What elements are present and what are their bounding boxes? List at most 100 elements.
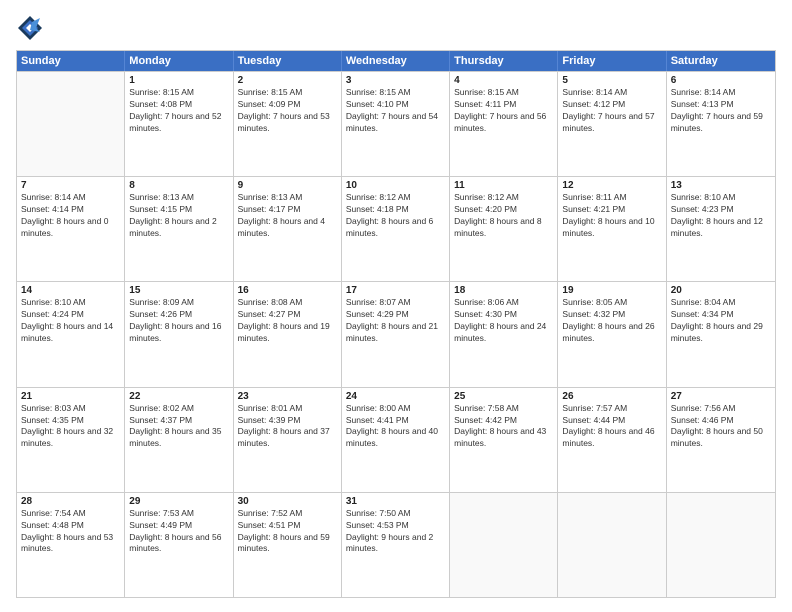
day-number: 8 <box>129 180 228 191</box>
day-info: Sunrise: 8:07 AM Sunset: 4:29 PM Dayligh… <box>346 297 445 345</box>
day-info: Sunrise: 8:14 AM Sunset: 4:12 PM Dayligh… <box>562 87 661 135</box>
calendar-day-26: 26Sunrise: 7:57 AM Sunset: 4:44 PM Dayli… <box>558 388 666 492</box>
calendar-week-4: 28Sunrise: 7:54 AM Sunset: 4:48 PM Dayli… <box>17 492 775 597</box>
calendar-week-3: 21Sunrise: 8:03 AM Sunset: 4:35 PM Dayli… <box>17 387 775 492</box>
day-info: Sunrise: 7:54 AM Sunset: 4:48 PM Dayligh… <box>21 508 120 556</box>
calendar-day-4: 4Sunrise: 8:15 AM Sunset: 4:11 PM Daylig… <box>450 72 558 176</box>
day-number: 31 <box>346 496 445 507</box>
day-number: 22 <box>129 391 228 402</box>
day-info: Sunrise: 8:13 AM Sunset: 4:15 PM Dayligh… <box>129 192 228 240</box>
day-info: Sunrise: 8:03 AM Sunset: 4:35 PM Dayligh… <box>21 403 120 451</box>
day-info: Sunrise: 8:14 AM Sunset: 4:14 PM Dayligh… <box>21 192 120 240</box>
calendar-day-16: 16Sunrise: 8:08 AM Sunset: 4:27 PM Dayli… <box>234 282 342 386</box>
calendar-day-15: 15Sunrise: 8:09 AM Sunset: 4:26 PM Dayli… <box>125 282 233 386</box>
calendar-day-29: 29Sunrise: 7:53 AM Sunset: 4:49 PM Dayli… <box>125 493 233 597</box>
day-number: 16 <box>238 285 337 296</box>
calendar-day-11: 11Sunrise: 8:12 AM Sunset: 4:20 PM Dayli… <box>450 177 558 281</box>
day-number: 2 <box>238 75 337 86</box>
calendar-day-21: 21Sunrise: 8:03 AM Sunset: 4:35 PM Dayli… <box>17 388 125 492</box>
calendar-day-14: 14Sunrise: 8:10 AM Sunset: 4:24 PM Dayli… <box>17 282 125 386</box>
logo-icon <box>16 14 44 42</box>
day-number: 20 <box>671 285 771 296</box>
day-info: Sunrise: 8:11 AM Sunset: 4:21 PM Dayligh… <box>562 192 661 240</box>
day-info: Sunrise: 8:12 AM Sunset: 4:20 PM Dayligh… <box>454 192 553 240</box>
day-header-friday: Friday <box>558 51 666 71</box>
calendar-day-2: 2Sunrise: 8:15 AM Sunset: 4:09 PM Daylig… <box>234 72 342 176</box>
day-info: Sunrise: 8:14 AM Sunset: 4:13 PM Dayligh… <box>671 87 771 135</box>
calendar: SundayMondayTuesdayWednesdayThursdayFrid… <box>16 50 776 598</box>
calendar-day-8: 8Sunrise: 8:13 AM Sunset: 4:15 PM Daylig… <box>125 177 233 281</box>
day-number: 12 <box>562 180 661 191</box>
day-number: 3 <box>346 75 445 86</box>
day-number: 7 <box>21 180 120 191</box>
day-number: 28 <box>21 496 120 507</box>
calendar-day-23: 23Sunrise: 8:01 AM Sunset: 4:39 PM Dayli… <box>234 388 342 492</box>
day-info: Sunrise: 8:00 AM Sunset: 4:41 PM Dayligh… <box>346 403 445 451</box>
day-header-tuesday: Tuesday <box>234 51 342 71</box>
calendar-body: 1Sunrise: 8:15 AM Sunset: 4:08 PM Daylig… <box>17 71 775 597</box>
calendar-day-12: 12Sunrise: 8:11 AM Sunset: 4:21 PM Dayli… <box>558 177 666 281</box>
calendar-day-5: 5Sunrise: 8:14 AM Sunset: 4:12 PM Daylig… <box>558 72 666 176</box>
day-number: 26 <box>562 391 661 402</box>
calendar-day-28: 28Sunrise: 7:54 AM Sunset: 4:48 PM Dayli… <box>17 493 125 597</box>
day-info: Sunrise: 8:15 AM Sunset: 4:09 PM Dayligh… <box>238 87 337 135</box>
calendar-day-18: 18Sunrise: 8:06 AM Sunset: 4:30 PM Dayli… <box>450 282 558 386</box>
day-number: 24 <box>346 391 445 402</box>
day-number: 9 <box>238 180 337 191</box>
calendar-day-10: 10Sunrise: 8:12 AM Sunset: 4:18 PM Dayli… <box>342 177 450 281</box>
calendar-day-27: 27Sunrise: 7:56 AM Sunset: 4:46 PM Dayli… <box>667 388 775 492</box>
calendar-day-13: 13Sunrise: 8:10 AM Sunset: 4:23 PM Dayli… <box>667 177 775 281</box>
day-info: Sunrise: 8:15 AM Sunset: 4:10 PM Dayligh… <box>346 87 445 135</box>
day-info: Sunrise: 8:05 AM Sunset: 4:32 PM Dayligh… <box>562 297 661 345</box>
day-number: 10 <box>346 180 445 191</box>
header <box>16 14 776 42</box>
calendar-week-2: 14Sunrise: 8:10 AM Sunset: 4:24 PM Dayli… <box>17 281 775 386</box>
calendar-empty-cell <box>558 493 666 597</box>
day-info: Sunrise: 8:09 AM Sunset: 4:26 PM Dayligh… <box>129 297 228 345</box>
calendar-day-22: 22Sunrise: 8:02 AM Sunset: 4:37 PM Dayli… <box>125 388 233 492</box>
page: SundayMondayTuesdayWednesdayThursdayFrid… <box>0 0 792 612</box>
calendar-day-7: 7Sunrise: 8:14 AM Sunset: 4:14 PM Daylig… <box>17 177 125 281</box>
calendar-day-24: 24Sunrise: 8:00 AM Sunset: 4:41 PM Dayli… <box>342 388 450 492</box>
calendar-week-1: 7Sunrise: 8:14 AM Sunset: 4:14 PM Daylig… <box>17 176 775 281</box>
day-info: Sunrise: 7:53 AM Sunset: 4:49 PM Dayligh… <box>129 508 228 556</box>
day-header-wednesday: Wednesday <box>342 51 450 71</box>
calendar-empty-cell <box>450 493 558 597</box>
day-number: 19 <box>562 285 661 296</box>
logo <box>16 14 48 42</box>
calendar-empty-cell <box>667 493 775 597</box>
day-info: Sunrise: 8:08 AM Sunset: 4:27 PM Dayligh… <box>238 297 337 345</box>
calendar-empty-cell <box>17 72 125 176</box>
calendar-day-31: 31Sunrise: 7:50 AM Sunset: 4:53 PM Dayli… <box>342 493 450 597</box>
day-info: Sunrise: 8:10 AM Sunset: 4:23 PM Dayligh… <box>671 192 771 240</box>
day-number: 25 <box>454 391 553 402</box>
calendar-day-20: 20Sunrise: 8:04 AM Sunset: 4:34 PM Dayli… <box>667 282 775 386</box>
day-number: 1 <box>129 75 228 86</box>
day-info: Sunrise: 8:06 AM Sunset: 4:30 PM Dayligh… <box>454 297 553 345</box>
day-info: Sunrise: 8:01 AM Sunset: 4:39 PM Dayligh… <box>238 403 337 451</box>
day-info: Sunrise: 7:57 AM Sunset: 4:44 PM Dayligh… <box>562 403 661 451</box>
day-info: Sunrise: 8:15 AM Sunset: 4:08 PM Dayligh… <box>129 87 228 135</box>
day-info: Sunrise: 8:15 AM Sunset: 4:11 PM Dayligh… <box>454 87 553 135</box>
day-number: 18 <box>454 285 553 296</box>
calendar-day-17: 17Sunrise: 8:07 AM Sunset: 4:29 PM Dayli… <box>342 282 450 386</box>
day-header-monday: Monday <box>125 51 233 71</box>
calendar-day-6: 6Sunrise: 8:14 AM Sunset: 4:13 PM Daylig… <box>667 72 775 176</box>
day-number: 11 <box>454 180 553 191</box>
day-info: Sunrise: 7:56 AM Sunset: 4:46 PM Dayligh… <box>671 403 771 451</box>
calendar-week-0: 1Sunrise: 8:15 AM Sunset: 4:08 PM Daylig… <box>17 71 775 176</box>
day-number: 27 <box>671 391 771 402</box>
calendar-day-9: 9Sunrise: 8:13 AM Sunset: 4:17 PM Daylig… <box>234 177 342 281</box>
day-number: 15 <box>129 285 228 296</box>
calendar-day-19: 19Sunrise: 8:05 AM Sunset: 4:32 PM Dayli… <box>558 282 666 386</box>
day-header-saturday: Saturday <box>667 51 775 71</box>
day-number: 14 <box>21 285 120 296</box>
day-number: 4 <box>454 75 553 86</box>
day-number: 30 <box>238 496 337 507</box>
day-info: Sunrise: 8:10 AM Sunset: 4:24 PM Dayligh… <box>21 297 120 345</box>
day-number: 6 <box>671 75 771 86</box>
day-info: Sunrise: 7:52 AM Sunset: 4:51 PM Dayligh… <box>238 508 337 556</box>
day-info: Sunrise: 7:58 AM Sunset: 4:42 PM Dayligh… <box>454 403 553 451</box>
day-header-thursday: Thursday <box>450 51 558 71</box>
calendar-day-3: 3Sunrise: 8:15 AM Sunset: 4:10 PM Daylig… <box>342 72 450 176</box>
